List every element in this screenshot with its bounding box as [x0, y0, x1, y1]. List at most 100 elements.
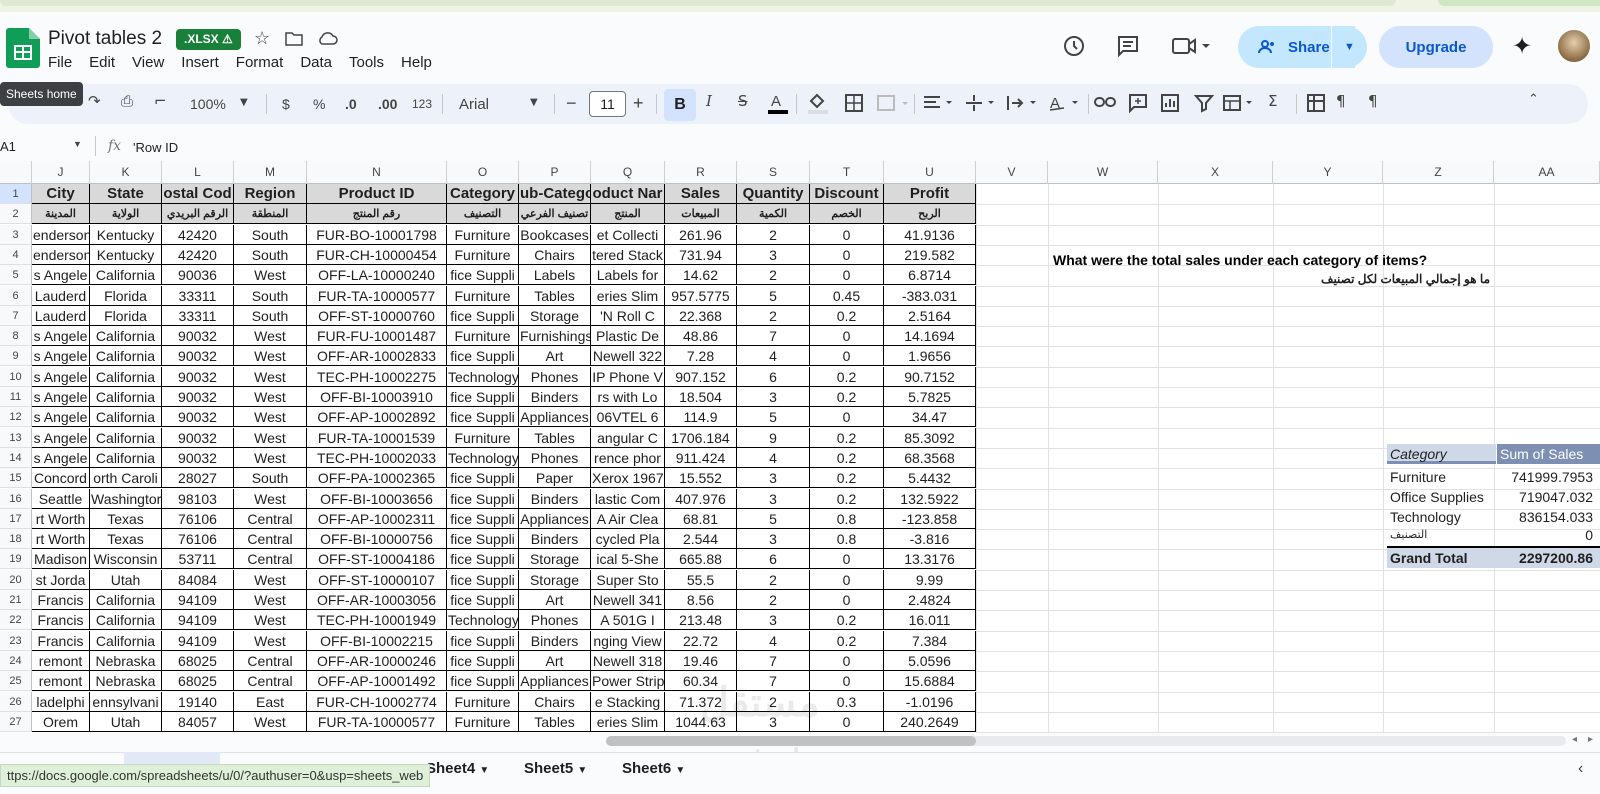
table-cell[interactable]: e Stacking [591, 691, 665, 712]
table-cell[interactable]: 90032 [162, 447, 234, 468]
table-cell[interactable]: 68.81 [665, 508, 737, 529]
font-chevron-icon[interactable]: ▼ [530, 97, 538, 108]
table-cell[interactable]: West [234, 366, 307, 387]
table-cell[interactable]: Florida [90, 285, 162, 306]
table-cell[interactable]: 7.28 [665, 346, 737, 367]
zoom-chevron-icon[interactable]: ▼ [240, 97, 248, 108]
table-cell[interactable]: West [234, 447, 307, 468]
xlsx-badge[interactable]: .XLSX ⚠ [176, 29, 241, 50]
table-cell[interactable]: ladelphi [32, 691, 90, 712]
table-cell[interactable]: 94109 [162, 610, 234, 631]
table-cell[interactable]: 907.152 [665, 366, 737, 387]
header-cell[interactable]: oduct Nar [591, 184, 665, 204]
table-cell[interactable]: 911.424 [665, 447, 737, 468]
table-cell[interactable]: West [234, 346, 307, 367]
table-cell[interactable]: 6 [737, 366, 810, 387]
table-cell[interactable]: 06VTEL 6 [591, 407, 665, 428]
table-cell[interactable]: Wisconsin [90, 549, 162, 570]
table-cell[interactable]: 94109 [162, 590, 234, 610]
row-header[interactable]: 22 [0, 610, 32, 631]
paint-format-icon[interactable]: ⌐ [154, 92, 167, 110]
table-cell[interactable]: 5.7825 [884, 387, 976, 407]
table-cell[interactable]: South [234, 244, 307, 265]
table-cell[interactable]: 68025 [162, 650, 234, 671]
table-cell[interactable]: 76106 [162, 508, 234, 529]
table-cell[interactable]: 6.8714 [884, 265, 976, 286]
table-cell[interactable]: California [90, 610, 162, 631]
column-header-w[interactable]: W [1048, 161, 1158, 184]
table-cell[interactable]: ical 5-She [591, 549, 665, 570]
table-cell[interactable]: eries Slim [591, 711, 665, 732]
format-currency-button[interactable]: $ [282, 96, 290, 112]
sheets-logo-icon[interactable] [6, 28, 40, 68]
table-cell[interactable]: West [234, 569, 307, 590]
table-cell[interactable]: rs with Lo [591, 387, 665, 407]
text-rotation-icon[interactable]: A [1048, 93, 1084, 118]
header-cell-arabic[interactable]: الخصم [810, 204, 884, 225]
table-cell[interactable]: s Angele [32, 265, 90, 286]
table-cell[interactable]: Phones [519, 447, 591, 468]
table-cell[interactable]: OFF-ST-10000760 [307, 305, 447, 326]
cloud-status-icon[interactable] [316, 30, 338, 51]
table-cell[interactable]: 2 [737, 265, 810, 286]
table-cell[interactable]: 22.368 [665, 305, 737, 326]
table-cell[interactable]: South [234, 305, 307, 326]
row-header[interactable]: 4 [0, 244, 32, 265]
table-cell[interactable]: California [90, 265, 162, 286]
table-cell[interactable]: 19140 [162, 691, 234, 712]
table-cell[interactable]: 0 [810, 265, 884, 286]
table-cell[interactable]: 0 [810, 711, 884, 732]
column-header-z[interactable]: Z [1383, 161, 1494, 184]
table-cell[interactable]: 15.552 [665, 468, 737, 489]
table-cell[interactable]: 90032 [162, 407, 234, 428]
table-cell[interactable]: Technology [447, 447, 519, 468]
table-cell[interactable]: West [234, 265, 307, 286]
column-header-y[interactable]: Y [1273, 161, 1383, 184]
table-cell[interactable]: -1.0196 [884, 691, 976, 712]
menu-help[interactable]: Help [401, 54, 432, 71]
document-title[interactable]: Pivot tables 2 [48, 28, 162, 50]
table-cell[interactable]: OFF-BI-10003656 [307, 488, 447, 509]
table-cell[interactable]: 53711 [162, 549, 234, 570]
table-cell[interactable]: 5.0596 [884, 650, 976, 671]
table-cell[interactable]: nging View [591, 630, 665, 651]
table-cell[interactable]: A Air Clea [591, 508, 665, 529]
table-cell[interactable]: Bookcases [519, 224, 591, 245]
table-cell[interactable]: West [234, 427, 307, 448]
gemini-icon[interactable]: ✦ [1512, 32, 1532, 60]
table-cell[interactable]: 5 [737, 407, 810, 428]
table-cell[interactable]: Nebraska [90, 671, 162, 692]
header-cell[interactable]: Region [234, 184, 307, 204]
table-cell[interactable]: 2.5164 [884, 305, 976, 326]
table-cell[interactable]: Appliances [519, 407, 591, 428]
table-cell[interactable]: South [234, 285, 307, 306]
row-header[interactable]: 14 [0, 447, 32, 468]
table-cell[interactable]: West [234, 711, 307, 732]
table-cell[interactable]: 2 [737, 569, 810, 590]
table-cell[interactable]: Orem [32, 711, 90, 732]
text-wrapping-icon[interactable] [1006, 93, 1042, 118]
table-cell[interactable]: 9.99 [884, 569, 976, 590]
table-cell[interactable]: OFF-PA-10002365 [307, 468, 447, 489]
row-header[interactable]: 20 [0, 569, 32, 590]
table-cell[interactable]: 0.2 [810, 387, 884, 407]
table-cell[interactable]: 0.2 [810, 630, 884, 651]
table-cell[interactable]: Binders [519, 630, 591, 651]
table-cell[interactable]: 0.2 [810, 427, 884, 448]
table-cell[interactable]: 0 [810, 549, 884, 570]
table-cell[interactable]: West [234, 407, 307, 428]
table-cell[interactable]: Lauderd [32, 285, 90, 306]
header-cell[interactable]: Sales [665, 184, 737, 204]
table-cell[interactable]: angular C [591, 427, 665, 448]
table-cell[interactable]: Chairs [519, 691, 591, 712]
column-header-j[interactable]: J [32, 161, 90, 184]
table-cell[interactable]: Chairs [519, 244, 591, 265]
table-cell[interactable]: 85.3092 [884, 427, 976, 448]
table-cell[interactable]: West [234, 387, 307, 407]
table-cell[interactable]: fice Suppli [447, 569, 519, 590]
table-cell[interactable]: West [234, 590, 307, 610]
row-header[interactable]: 16 [0, 488, 32, 509]
table-cell[interactable]: 90032 [162, 346, 234, 367]
column-header-k[interactable]: K [90, 161, 162, 184]
table-cell[interactable]: Art [519, 650, 591, 671]
